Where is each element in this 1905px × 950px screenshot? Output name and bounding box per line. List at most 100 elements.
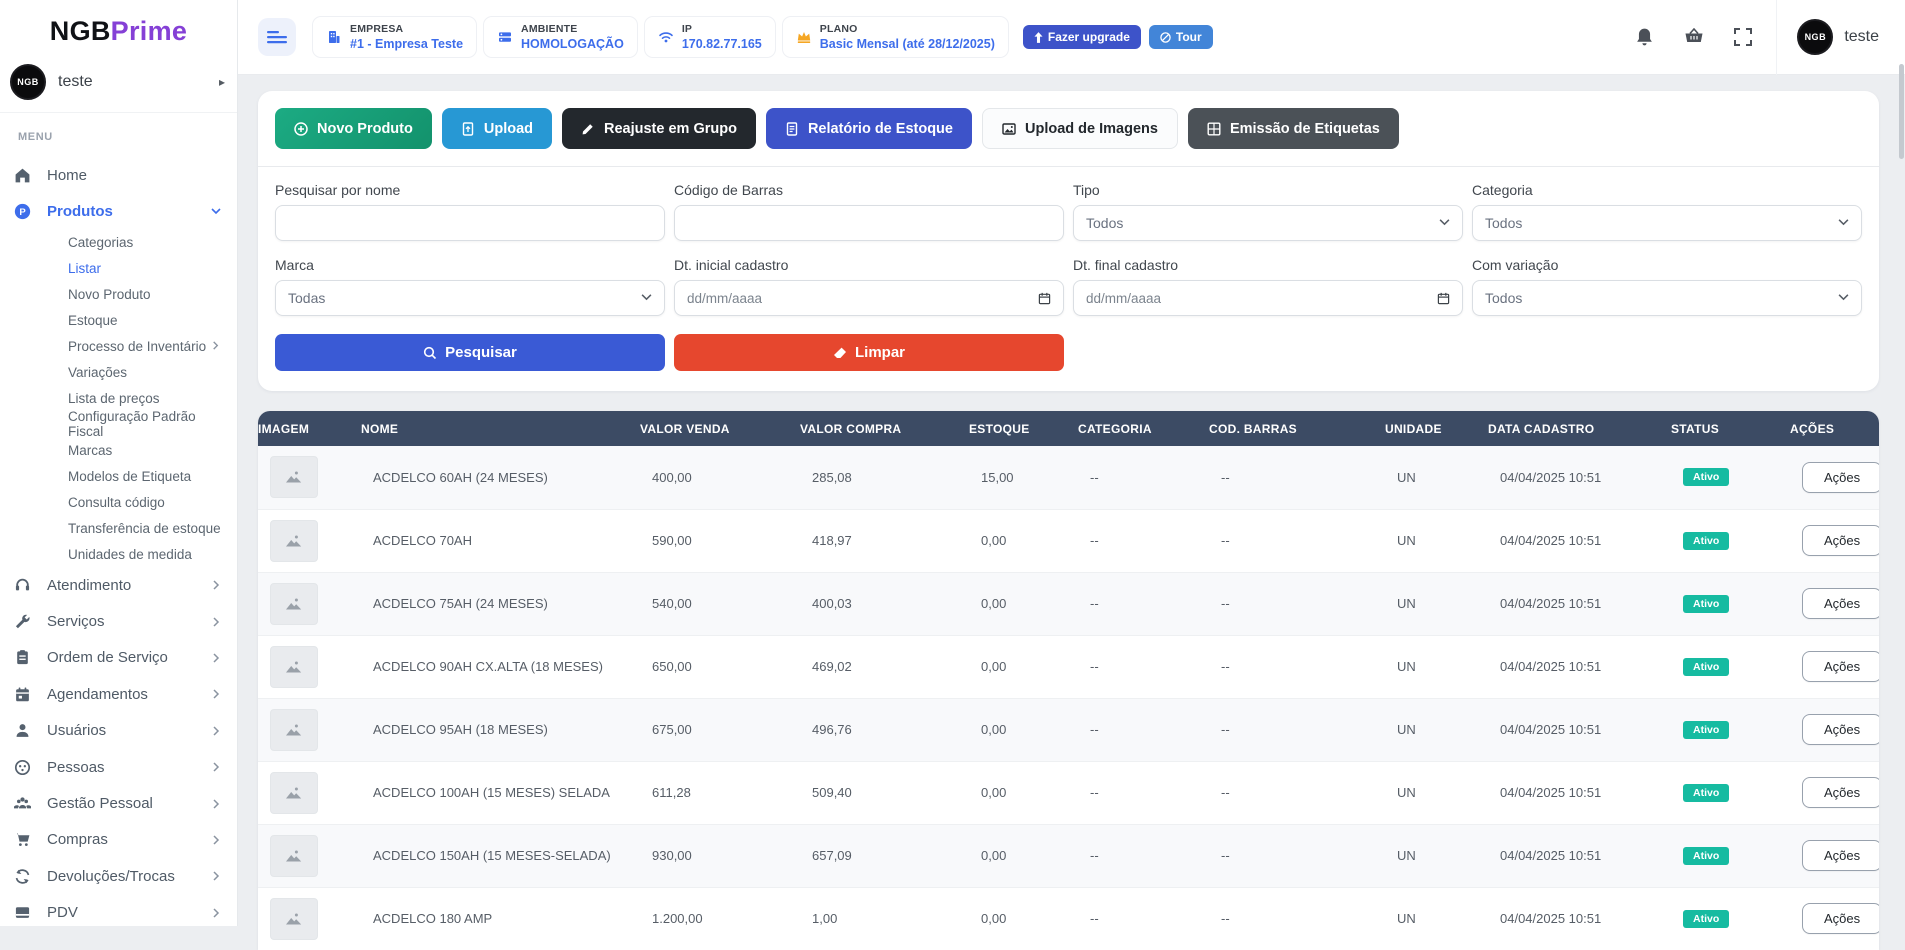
cell-cod-barras: -- bbox=[1209, 635, 1385, 698]
sidebar-user-name: teste bbox=[58, 73, 219, 91]
codigo-de-barras-input[interactable] bbox=[674, 205, 1064, 241]
sidebar-subitem-processo-de-inventario[interactable]: Processo de Inventário bbox=[0, 333, 237, 359]
sidebar-toggle-button[interactable] bbox=[258, 18, 296, 56]
topbar-user-menu[interactable]: NGB teste bbox=[1776, 0, 1905, 75]
sidebar-item-usuarios[interactable]: Usuários bbox=[0, 713, 237, 749]
upload-button[interactable]: Upload bbox=[442, 108, 552, 149]
table-row: ACDELCO 100AH (15 MESES) SELADA 611,28 5… bbox=[258, 761, 1879, 824]
cell-categoria: -- bbox=[1078, 509, 1209, 572]
dt-final-input[interactable]: dd/mm/aaaa bbox=[1073, 280, 1463, 316]
product-image-placeholder bbox=[270, 646, 318, 688]
subitem-label: Lista de preços bbox=[68, 391, 160, 406]
notifications-button[interactable] bbox=[1635, 27, 1654, 48]
chevron-right-icon bbox=[211, 689, 221, 699]
upload-imagens-button[interactable]: Upload de Imagens bbox=[982, 108, 1178, 149]
relatorio-estoque-button[interactable]: Relatório de Estoque bbox=[766, 108, 972, 149]
cell-data-cadastro: 04/04/2025 10:51 bbox=[1488, 824, 1671, 887]
scrollbar-thumb[interactable] bbox=[1899, 64, 1904, 159]
sidebar-subitem-categorias[interactable]: Categorias bbox=[0, 229, 237, 255]
emissao-etiquetas-button[interactable]: Emissão de Etiquetas bbox=[1188, 108, 1399, 149]
cell-data-cadastro: 04/04/2025 10:51 bbox=[1488, 572, 1671, 635]
basket-button[interactable] bbox=[1684, 28, 1704, 46]
upgrade-button[interactable]: Fazer upgrade bbox=[1023, 25, 1141, 49]
limpar-button[interactable]: Limpar bbox=[674, 334, 1064, 371]
field-label: Pesquisar por nome bbox=[275, 182, 665, 198]
sidebar-item-agendamentos[interactable]: Agendamentos bbox=[0, 676, 237, 712]
cell-unidade: UN bbox=[1385, 824, 1488, 887]
subitem-label: Modelos de Etiqueta bbox=[68, 469, 191, 484]
cell-valor-compra: 400,03 bbox=[800, 572, 969, 635]
sidebar-item-label: Ordem de Serviço bbox=[47, 649, 211, 666]
sidebar-item-label: Serviços bbox=[47, 613, 211, 630]
product-circle-icon: P bbox=[14, 203, 31, 220]
sidebar-item-atendimento[interactable]: Atendimento bbox=[0, 567, 237, 603]
tour-button[interactable]: Tour bbox=[1149, 25, 1213, 49]
cell-categoria: -- bbox=[1078, 824, 1209, 887]
sidebar-subitem-lista-de-precos[interactable]: Lista de preços bbox=[0, 385, 237, 411]
sidebar-item-compras[interactable]: Compras bbox=[0, 822, 237, 858]
row-actions-button[interactable]: Ações bbox=[1802, 462, 1879, 493]
col-data-cadastro: DATA CADASTRO bbox=[1488, 411, 1671, 446]
sidebar-item-servicos[interactable]: Serviços bbox=[0, 603, 237, 639]
sidebar-item-pessoas[interactable]: Pessoas bbox=[0, 749, 237, 785]
sidebar-subitem-unidades-de-medida[interactable]: Unidades de medida bbox=[0, 541, 237, 567]
row-actions-button[interactable]: Ações bbox=[1802, 651, 1879, 682]
cell-data-cadastro: 04/04/2025 10:51 bbox=[1488, 887, 1671, 950]
pesquisar-por-nome-input[interactable] bbox=[275, 205, 665, 241]
product-image-placeholder bbox=[270, 772, 318, 814]
sidebar-item-gestao-pessoal[interactable]: Gestão Pessoal bbox=[0, 785, 237, 821]
cell-unidade: UN bbox=[1385, 446, 1488, 509]
sidebar-item-ordem-de-servico[interactable]: Ordem de Serviço bbox=[0, 640, 237, 676]
com-variacao-select[interactable]: Todos bbox=[1472, 280, 1862, 316]
marca-select[interactable]: Todas bbox=[275, 280, 665, 316]
chevron-right-icon: ▸ bbox=[219, 75, 225, 89]
file-upload-icon bbox=[461, 122, 475, 136]
row-actions-button[interactable]: Ações bbox=[1802, 840, 1879, 871]
info-label: EMPRESA bbox=[350, 23, 463, 35]
arrow-up-icon bbox=[1034, 32, 1043, 43]
sidebar-subitem-modelos-de-etiqueta[interactable]: Modelos de Etiqueta bbox=[0, 463, 237, 489]
dt-inicial-input[interactable]: dd/mm/aaaa bbox=[674, 280, 1064, 316]
sidebar-item-devolucoes-trocas[interactable]: Devoluções/Trocas bbox=[0, 858, 237, 894]
fullscreen-button[interactable] bbox=[1734, 28, 1752, 46]
sidebar-subitem-variacoes[interactable]: Variações bbox=[0, 359, 237, 385]
sidebar-subitem-configuracao-padrao-fiscal[interactable]: Configuração Padrão Fiscal bbox=[0, 411, 237, 437]
sidebar-item-produtos[interactable]: P Produtos bbox=[0, 193, 237, 229]
sidebar-subitem-novo-produto[interactable]: Novo Produto bbox=[0, 281, 237, 307]
image-icon bbox=[1002, 122, 1016, 136]
tipo-select[interactable]: Todos bbox=[1073, 205, 1463, 241]
chevron-right-icon bbox=[211, 653, 221, 663]
cell-estoque: 0,00 bbox=[969, 761, 1078, 824]
info-value: 170.82.77.165 bbox=[682, 37, 762, 51]
sidebar-subitem-transferencia-de-estoque[interactable]: Transferência de estoque bbox=[0, 515, 237, 541]
row-actions-button[interactable]: Ações bbox=[1802, 903, 1879, 934]
button-label: Upload bbox=[484, 121, 533, 137]
cell-unidade: UN bbox=[1385, 887, 1488, 950]
sidebar-item-pdv[interactable]: PDV bbox=[0, 895, 237, 931]
row-actions-button[interactable]: Ações bbox=[1802, 525, 1879, 556]
row-actions-button[interactable]: Ações bbox=[1802, 714, 1879, 745]
cell-valor-compra: 509,40 bbox=[800, 761, 969, 824]
novo-produto-button[interactable]: Novo Produto bbox=[275, 108, 432, 149]
cell-valor-venda: 675,00 bbox=[640, 698, 800, 761]
reajuste-em-grupo-button[interactable]: Reajuste em Grupo bbox=[562, 108, 756, 149]
status-badge: Ativo bbox=[1683, 910, 1729, 928]
table-row: ACDELCO 180 AMP 1.200,00 1,00 0,00 -- --… bbox=[258, 887, 1879, 950]
chevron-down-icon bbox=[1838, 218, 1849, 229]
topbar: EMPRESA#1 - Empresa Teste AMBIENTEHOMOLO… bbox=[238, 0, 1905, 75]
sidebar-item-home[interactable]: Home bbox=[0, 157, 237, 193]
row-actions-button[interactable]: Ações bbox=[1802, 777, 1879, 808]
sidebar-subitem-listar[interactable]: Listar bbox=[0, 255, 237, 281]
row-actions-button[interactable]: Ações bbox=[1802, 588, 1879, 619]
sidebar-subitem-estoque[interactable]: Estoque bbox=[0, 307, 237, 333]
sidebar-user-row[interactable]: NGB teste ▸ bbox=[0, 56, 237, 113]
sidebar-subitem-consulta-codigo[interactable]: Consulta código bbox=[0, 489, 237, 515]
pesquisar-button[interactable]: Pesquisar bbox=[275, 334, 665, 371]
sidebar-item-label: Produtos bbox=[47, 203, 211, 220]
sidebar-subitem-marcas[interactable]: Marcas bbox=[0, 437, 237, 463]
status-badge: Ativo bbox=[1683, 658, 1729, 676]
categoria-select[interactable]: Todos bbox=[1472, 205, 1862, 241]
button-label: Relatório de Estoque bbox=[808, 121, 953, 137]
cell-valor-compra: 657,09 bbox=[800, 824, 969, 887]
cell-unidade: UN bbox=[1385, 635, 1488, 698]
